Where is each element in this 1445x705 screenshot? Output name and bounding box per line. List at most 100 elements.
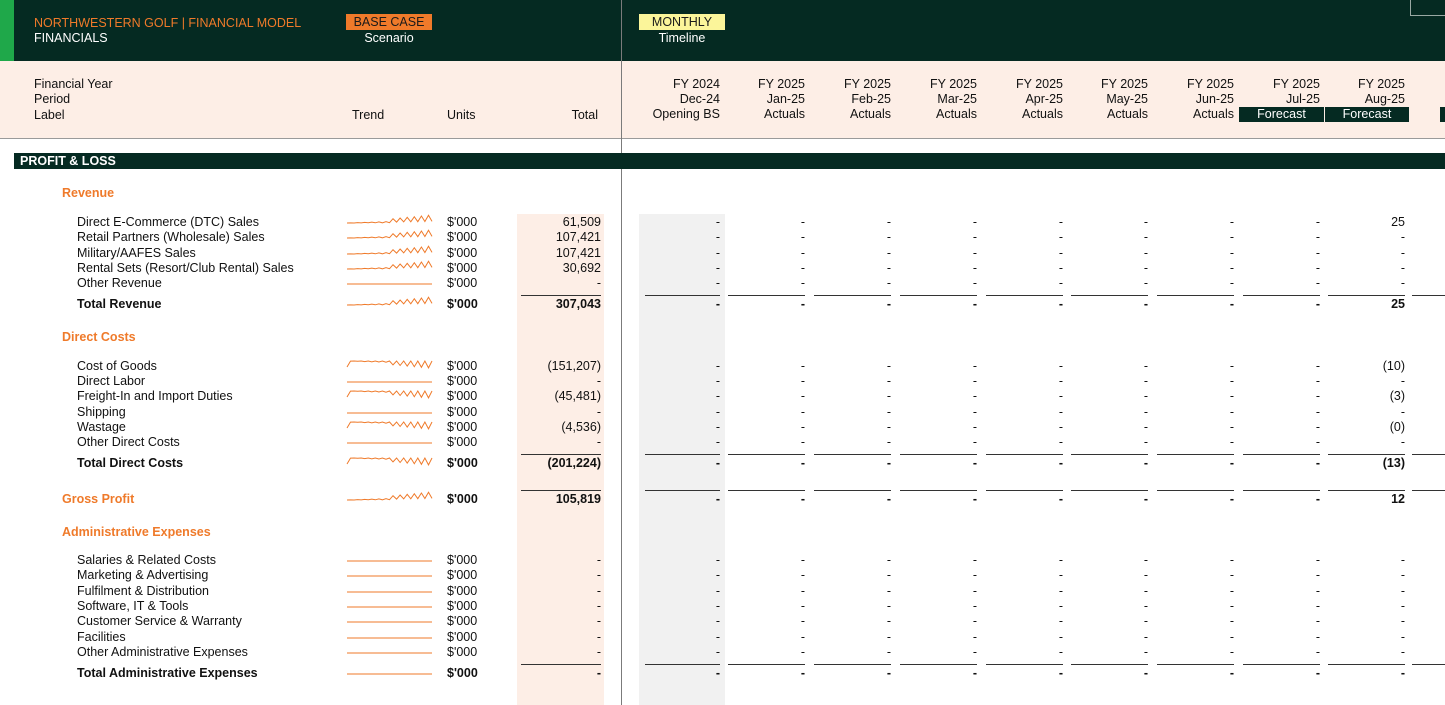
scenario-selector[interactable]: BASE CASE [346, 14, 432, 30]
row-value-4[interactable]: - [993, 215, 1063, 229]
row-value-3[interactable]: - [907, 374, 977, 388]
row-value-4[interactable]: - [993, 630, 1063, 644]
row-value-5[interactable]: - [1078, 389, 1148, 403]
row-total[interactable]: 105,819 [509, 492, 601, 506]
row-value-5[interactable]: - [1078, 666, 1148, 680]
row-value-0[interactable]: - [650, 389, 720, 403]
row-value-4[interactable]: - [993, 492, 1063, 506]
row-value-0[interactable]: - [650, 215, 720, 229]
row-value-2[interactable]: - [821, 630, 891, 644]
row-value-3[interactable]: - [907, 297, 977, 311]
row-value-8[interactable]: - [1335, 645, 1405, 659]
row-value-0[interactable]: - [650, 297, 720, 311]
row-value-7[interactable]: - [1250, 261, 1320, 275]
row-value-1[interactable]: - [735, 389, 805, 403]
row-value-1[interactable]: - [735, 215, 805, 229]
row-value-3[interactable]: - [907, 215, 977, 229]
row-value-8[interactable]: (10) [1335, 359, 1405, 373]
row-value-0[interactable]: - [650, 405, 720, 419]
row-value-5[interactable]: - [1078, 599, 1148, 613]
row-total[interactable]: - [509, 666, 601, 680]
row-value-6[interactable]: - [1164, 374, 1234, 388]
row-value-5[interactable]: - [1078, 568, 1148, 582]
row-value-7[interactable]: - [1250, 215, 1320, 229]
row-value-4[interactable]: - [993, 568, 1063, 582]
row-value-4[interactable]: - [993, 553, 1063, 567]
row-value-6[interactable]: - [1164, 666, 1234, 680]
row-total[interactable]: - [509, 276, 601, 290]
row-total[interactable]: - [509, 584, 601, 598]
row-value-4[interactable]: - [993, 246, 1063, 260]
row-value-6[interactable]: - [1164, 405, 1234, 419]
row-value-0[interactable]: - [650, 492, 720, 506]
row-value-0[interactable]: - [650, 630, 720, 644]
row-value-5[interactable]: - [1078, 215, 1148, 229]
row-value-0[interactable]: - [650, 614, 720, 628]
row-value-1[interactable]: - [735, 246, 805, 260]
row-value-8[interactable]: - [1335, 553, 1405, 567]
row-value-5[interactable]: - [1078, 374, 1148, 388]
row-value-6[interactable]: - [1164, 276, 1234, 290]
row-total[interactable]: - [509, 374, 601, 388]
row-value-1[interactable]: - [735, 374, 805, 388]
row-value-3[interactable]: - [907, 389, 977, 403]
row-value-5[interactable]: - [1078, 553, 1148, 567]
row-total[interactable]: - [509, 568, 601, 582]
row-value-6[interactable]: - [1164, 230, 1234, 244]
row-value-8[interactable]: - [1335, 435, 1405, 449]
row-value-7[interactable]: - [1250, 614, 1320, 628]
corner-cell[interactable] [1410, 0, 1445, 16]
row-value-0[interactable]: - [650, 553, 720, 567]
row-value-8[interactable]: - [1335, 276, 1405, 290]
row-value-3[interactable]: - [907, 456, 977, 470]
row-value-7[interactable]: - [1250, 456, 1320, 470]
row-total[interactable]: - [509, 553, 601, 567]
row-value-6[interactable]: - [1164, 599, 1234, 613]
row-value-8[interactable]: (13) [1335, 456, 1405, 470]
row-value-4[interactable]: - [993, 599, 1063, 613]
row-value-1[interactable]: - [735, 456, 805, 470]
row-value-8[interactable]: - [1335, 261, 1405, 275]
row-value-6[interactable]: - [1164, 359, 1234, 373]
row-value-6[interactable]: - [1164, 568, 1234, 582]
row-value-8[interactable]: - [1335, 230, 1405, 244]
row-value-4[interactable]: - [993, 389, 1063, 403]
row-value-3[interactable]: - [907, 276, 977, 290]
row-value-4[interactable]: - [993, 584, 1063, 598]
row-value-2[interactable]: - [821, 666, 891, 680]
row-value-5[interactable]: - [1078, 614, 1148, 628]
row-value-1[interactable]: - [735, 359, 805, 373]
row-value-5[interactable]: - [1078, 297, 1148, 311]
row-total[interactable]: 107,421 [509, 246, 601, 260]
row-value-2[interactable]: - [821, 374, 891, 388]
row-value-3[interactable]: - [907, 553, 977, 567]
row-value-1[interactable]: - [735, 261, 805, 275]
row-value-4[interactable]: - [993, 435, 1063, 449]
row-value-2[interactable]: - [821, 261, 891, 275]
row-value-2[interactable]: - [821, 456, 891, 470]
row-value-6[interactable]: - [1164, 614, 1234, 628]
row-value-6[interactable]: - [1164, 246, 1234, 260]
row-total[interactable]: (45,481) [509, 389, 601, 403]
row-value-7[interactable]: - [1250, 492, 1320, 506]
row-value-6[interactable]: - [1164, 630, 1234, 644]
row-value-2[interactable]: - [821, 435, 891, 449]
row-value-1[interactable]: - [735, 420, 805, 434]
row-value-5[interactable]: - [1078, 246, 1148, 260]
row-value-8[interactable]: - [1335, 584, 1405, 598]
row-value-6[interactable]: - [1164, 215, 1234, 229]
row-value-6[interactable]: - [1164, 492, 1234, 506]
row-value-0[interactable]: - [650, 230, 720, 244]
row-value-0[interactable]: - [650, 666, 720, 680]
row-value-2[interactable]: - [821, 584, 891, 598]
row-value-2[interactable]: - [821, 359, 891, 373]
row-value-4[interactable]: - [993, 359, 1063, 373]
row-value-5[interactable]: - [1078, 435, 1148, 449]
row-value-6[interactable]: - [1164, 553, 1234, 567]
row-value-1[interactable]: - [735, 584, 805, 598]
row-value-8[interactable]: - [1335, 614, 1405, 628]
row-total[interactable]: 107,421 [509, 230, 601, 244]
row-value-3[interactable]: - [907, 261, 977, 275]
row-value-2[interactable]: - [821, 230, 891, 244]
row-value-0[interactable]: - [650, 435, 720, 449]
